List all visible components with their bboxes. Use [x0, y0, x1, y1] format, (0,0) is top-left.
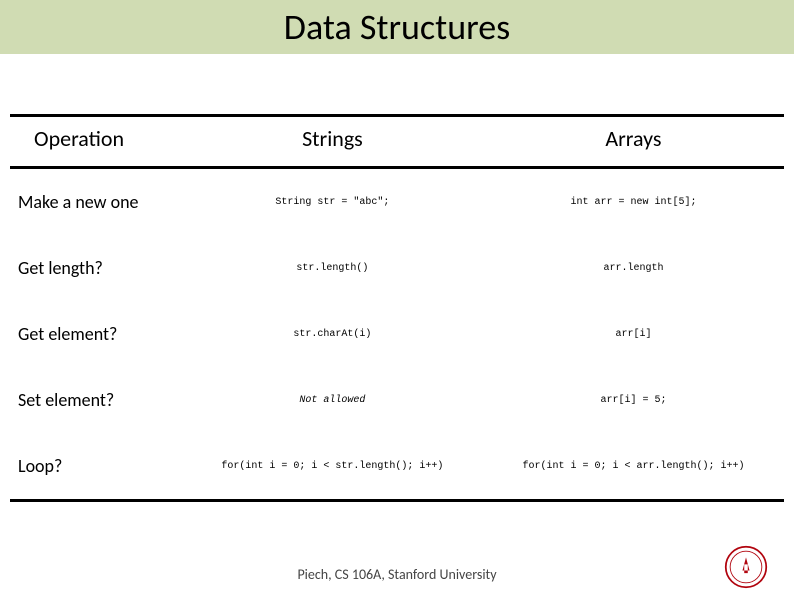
cell-strings: for(int i = 0; i < str.length(); i++)	[182, 433, 483, 501]
slide-footer: Piech, CS 106A, Stanford University	[0, 566, 794, 583]
table-row: Make a new one String str = "abc"; int a…	[10, 168, 784, 236]
table-header-row: Operation Strings Arrays	[10, 116, 784, 168]
cell-operation: Loop?	[10, 433, 182, 501]
header-operation: Operation	[10, 116, 182, 168]
table-row: Get length? str.length() arr.length	[10, 235, 784, 301]
cell-arrays: for(int i = 0; i < arr.length(); i++)	[483, 433, 784, 501]
table-row: Loop? for(int i = 0; i < str.length(); i…	[10, 433, 784, 501]
cell-strings: str.length()	[182, 235, 483, 301]
cell-arrays: arr[i] = 5;	[483, 367, 784, 433]
cell-operation: Make a new one	[10, 168, 182, 236]
cell-strings: str.charAt(i)	[182, 301, 483, 367]
content-area: Operation Strings Arrays Make a new one …	[0, 54, 794, 502]
cell-arrays: arr.length	[483, 235, 784, 301]
table-row: Set element? Not allowed arr[i] = 5;	[10, 367, 784, 433]
cell-strings: String str = "abc";	[182, 168, 483, 236]
cell-operation: Get length?	[10, 235, 182, 301]
table-row: Get element? str.charAt(i) arr[i]	[10, 301, 784, 367]
cell-arrays: arr[i]	[483, 301, 784, 367]
slide-title: Data Structures	[284, 5, 510, 49]
cell-strings: Not allowed	[182, 367, 483, 433]
cell-operation: Get element?	[10, 301, 182, 367]
comparison-table: Operation Strings Arrays Make a new one …	[10, 114, 784, 502]
cell-arrays: int arr = new int[5];	[483, 168, 784, 236]
cell-operation: Set element?	[10, 367, 182, 433]
title-bar: Data Structures	[0, 0, 794, 54]
stanford-seal-icon	[724, 545, 768, 589]
header-strings: Strings	[182, 116, 483, 168]
header-arrays: Arrays	[483, 116, 784, 168]
